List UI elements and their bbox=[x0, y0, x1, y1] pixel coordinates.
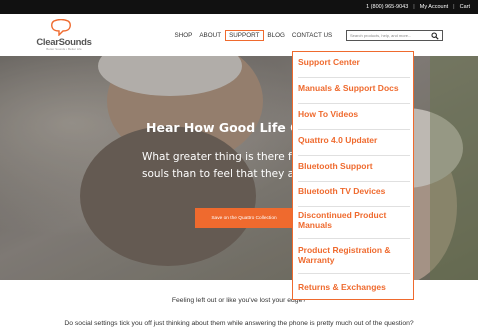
nav-support[interactable]: SUPPORT bbox=[224, 30, 264, 41]
logo-tagline: Better Sounds • Better Life bbox=[46, 47, 82, 51]
menu-item-discontinued-manuals[interactable]: Discontinued Product Manuals bbox=[298, 210, 410, 239]
main-nav: SHOP ABOUT SUPPORT BLOG CONTACT US bbox=[171, 29, 336, 42]
menu-item-returns-exchanges[interactable]: Returns & Exchanges bbox=[298, 282, 410, 296]
page: 1 (800) 965-9043 | My Account | Cart Cle… bbox=[0, 0, 478, 331]
menu-item-support-center[interactable]: Support Center bbox=[298, 57, 410, 78]
hero-subtitle-line: What greater thing is there for t bbox=[142, 151, 310, 163]
search-box bbox=[346, 30, 443, 41]
intro-text: Do social settings tick you off just thi… bbox=[64, 320, 414, 327]
menu-item-bluetooth-tv-devices[interactable]: Bluetooth TV Devices bbox=[298, 186, 410, 207]
speech-bubble-logo-icon bbox=[51, 19, 71, 36]
site-header: ClearSounds Better Sounds • Better Life … bbox=[0, 14, 478, 56]
utility-bar: 1 (800) 965-9043 | My Account | Cart bbox=[0, 0, 478, 14]
divider: | bbox=[453, 4, 455, 10]
nav-blog[interactable]: BLOG bbox=[264, 30, 289, 41]
cart-link[interactable]: Cart bbox=[460, 4, 470, 10]
menu-item-product-registration[interactable]: Product Registration & Warranty bbox=[298, 245, 410, 274]
nav-about[interactable]: ABOUT bbox=[196, 30, 225, 41]
logo[interactable]: ClearSounds Better Sounds • Better Life bbox=[34, 18, 94, 52]
search-icon[interactable] bbox=[431, 32, 439, 40]
menu-item-quattro-updater[interactable]: Quattro 4.0 Updater bbox=[298, 135, 410, 156]
quattro-collection-button[interactable]: Save on the Quattro Collection bbox=[195, 208, 293, 228]
hero-title: Hear How Good Life Ca bbox=[146, 120, 308, 135]
phone-number[interactable]: 1 (800) 965-9043 bbox=[366, 4, 408, 10]
menu-item-manuals-support-docs[interactable]: Manuals & Support Docs bbox=[298, 83, 410, 104]
menu-item-how-to-videos[interactable]: How To Videos bbox=[298, 109, 410, 130]
menu-item-bluetooth-support[interactable]: Bluetooth Support bbox=[298, 161, 410, 182]
divider: | bbox=[413, 4, 415, 10]
my-account-link[interactable]: My Account bbox=[420, 4, 448, 10]
nav-shop[interactable]: SHOP bbox=[171, 30, 196, 41]
support-dropdown-menu: Support Center Manuals & Support Docs Ho… bbox=[292, 51, 414, 300]
hero-subtitle-line: souls than to feel that they are bbox=[142, 168, 305, 180]
search-input[interactable] bbox=[347, 31, 427, 40]
nav-contact-us[interactable]: CONTACT US bbox=[288, 30, 335, 41]
